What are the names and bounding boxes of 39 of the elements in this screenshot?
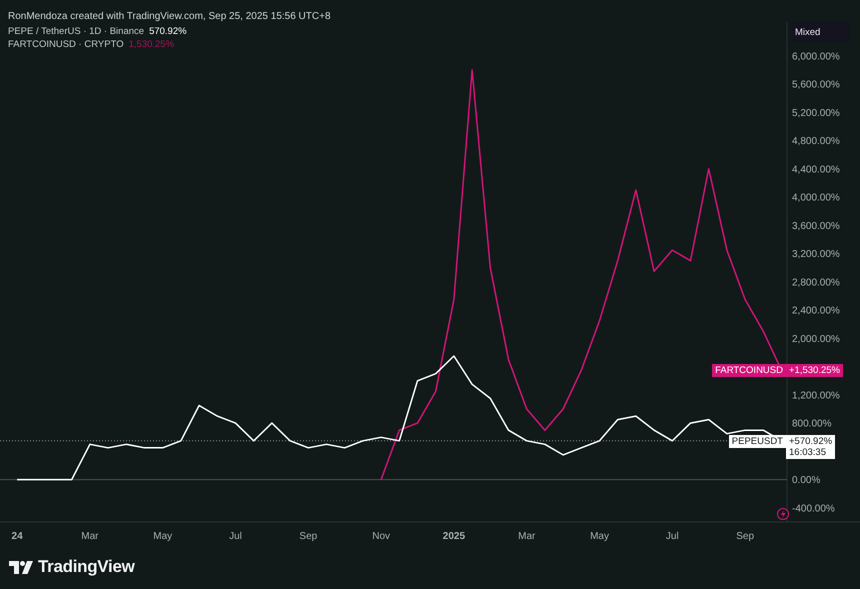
- axis-label: Sep: [299, 531, 318, 542]
- axis-label: 2,400.00%: [792, 306, 840, 317]
- scale-mode-button[interactable]: Mixed: [790, 22, 850, 42]
- axis-label: 2025: [442, 531, 466, 542]
- axis-label: Jul: [666, 531, 679, 542]
- axis-label: 5,600.00%: [792, 80, 840, 91]
- axis-label: Mar: [81, 531, 99, 542]
- axis-label: 1,200.00%: [792, 390, 840, 402]
- axis-label: Nov: [372, 531, 390, 542]
- axis-label: 2,800.00%: [792, 277, 840, 288]
- axis-label: Jul: [229, 531, 242, 542]
- axis-label: 3,200.00%: [792, 249, 840, 260]
- axis-label: 5,200.00%: [792, 108, 840, 119]
- axis-label: Sep: [736, 531, 754, 542]
- legend-symbol: PEPE / TetherUS · 1D · Binance: [8, 26, 144, 37]
- legend-value: 570.92%: [149, 26, 187, 37]
- axis-label: 6,000.00%: [792, 51, 840, 62]
- axis-label: 3,600.00%: [792, 220, 840, 232]
- axis-label: May: [153, 531, 172, 542]
- axis-label: Mar: [518, 531, 536, 542]
- axis-label: -400.00%: [792, 503, 835, 514]
- logo-icon: [9, 560, 33, 574]
- attribution-text: RonMendoza created with TradingView.com, Sep 25, 2025 15:56 UTC+8: [8, 11, 331, 22]
- axis-label: 0.00%: [792, 475, 820, 486]
- axis-label: May: [590, 531, 609, 542]
- axis-label: 4,000.00%: [792, 192, 840, 204]
- legend-value: 1,530.25%: [128, 39, 174, 50]
- price-label: +570.92% 16:03:35: [786, 435, 836, 459]
- axis-label: 24: [12, 531, 23, 542]
- price-label: +1,530.25%: [786, 364, 843, 377]
- series-label: PEPEUSDT: [728, 435, 786, 448]
- axis-label: 4,400.00%: [792, 164, 840, 176]
- logo-text: TradingView: [38, 557, 135, 577]
- axis-label: 4,800.00%: [792, 136, 840, 148]
- legend-symbol: FARTCOINUSD · CRYPTO: [8, 39, 124, 50]
- axis-label: 2,000.00%: [792, 334, 840, 345]
- series-label: FARTCOINUSD: [712, 364, 786, 377]
- bolt-icon[interactable]: [777, 508, 789, 520]
- axis-label: 800.00%: [792, 418, 832, 430]
